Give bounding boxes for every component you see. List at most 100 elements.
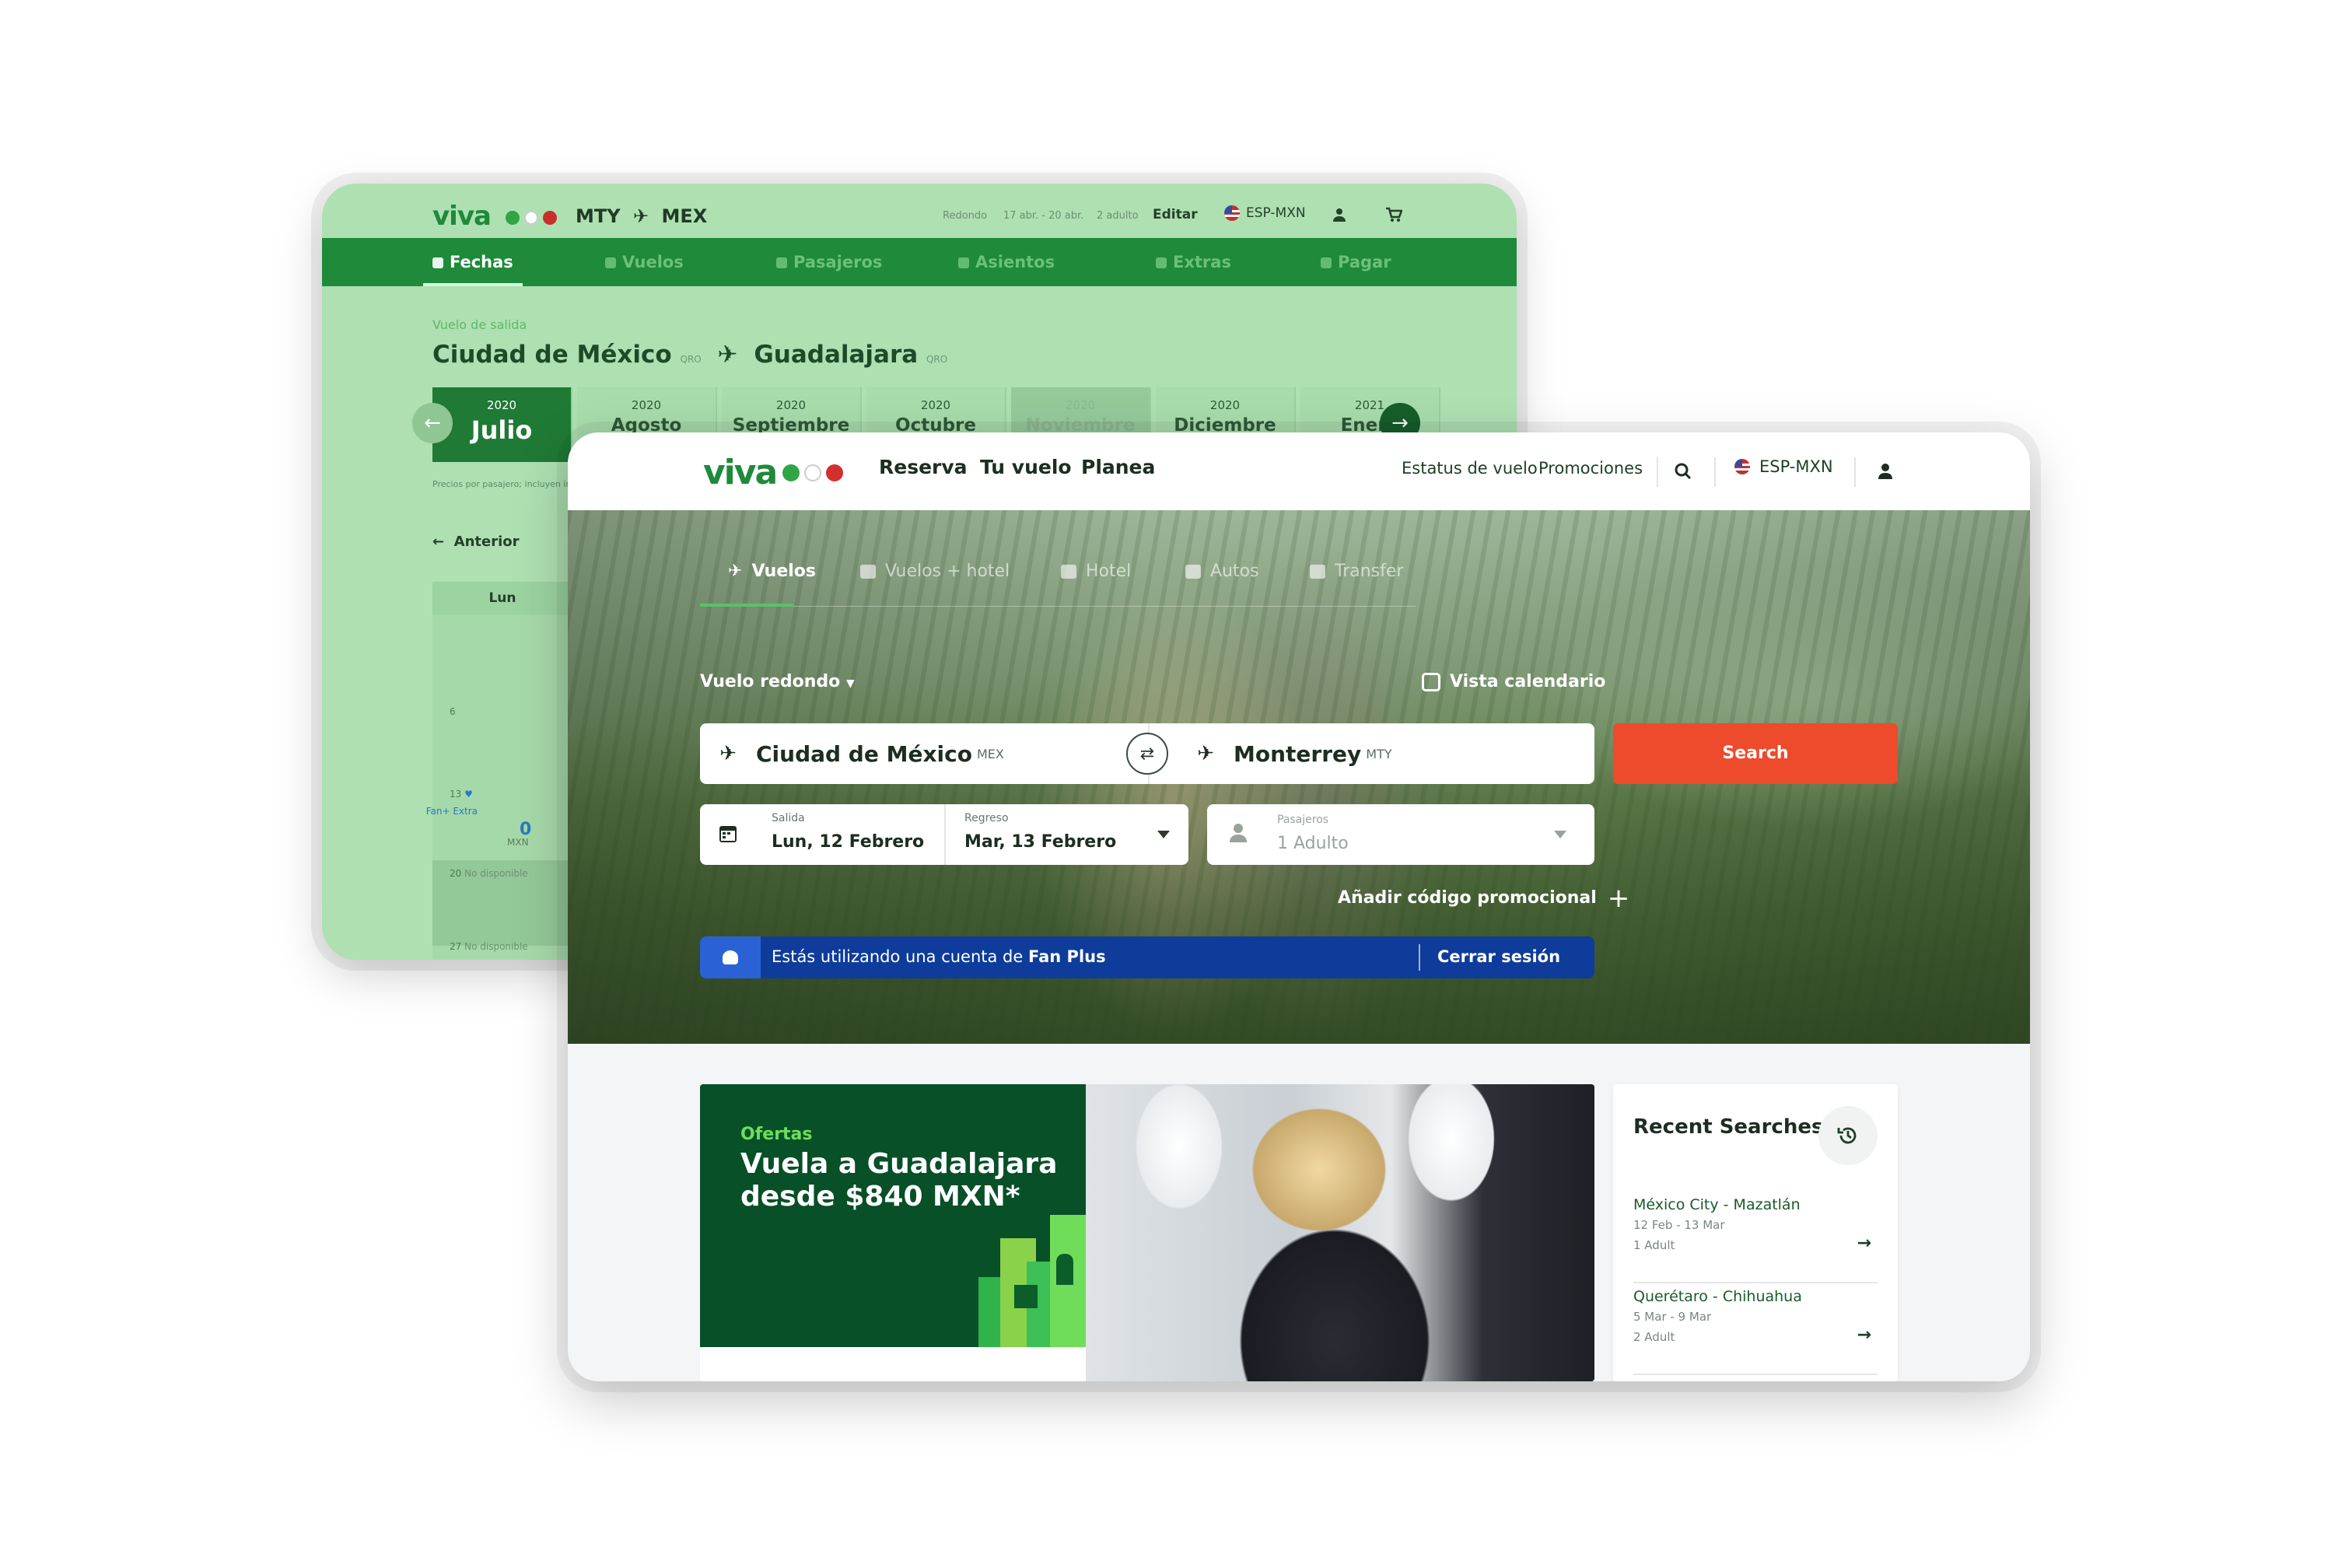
- recent-search-item[interactable]: Querétaro - Chihuahua 5 Mar - 9 Mar 2 Ad…: [1633, 1288, 1878, 1375]
- back-logo[interactable]: viva: [432, 201, 557, 232]
- trip-passengers: 2 adulto: [1097, 210, 1139, 222]
- step-extras[interactable]: Extras: [1156, 238, 1231, 286]
- heart-icon: ♥: [464, 789, 473, 800]
- field-divider: [944, 804, 946, 865]
- active-tab-underline: [700, 604, 793, 607]
- fan-plus-banner: Estás utilizando una cuenta de Fan Plus …: [700, 936, 1594, 978]
- checkbox-icon: [1422, 672, 1440, 691]
- back-route: MTY ✈ MEX: [576, 205, 707, 227]
- user-icon[interactable]: [1870, 456, 1901, 487]
- arrow-left-icon: ←: [424, 411, 441, 435]
- step-fechas[interactable]: Fechas: [423, 238, 523, 286]
- search-button[interactable]: Search: [1613, 723, 1898, 784]
- language-selector[interactable]: ESP-MXN: [1734, 457, 1833, 476]
- logo-dots-icon: [782, 464, 844, 481]
- tab-hotel[interactable]: Hotel: [1061, 562, 1131, 581]
- step-pasajeros[interactable]: Pasajeros: [776, 238, 882, 286]
- step-pagar[interactable]: Pagar: [1321, 238, 1391, 286]
- return-label: Regreso: [964, 812, 1009, 824]
- add-promo-code-link[interactable]: Añadir código promocional +: [1338, 882, 1630, 914]
- swap-route-button[interactable]: ⇄: [1126, 733, 1168, 775]
- plane-icon: ✈: [728, 562, 743, 581]
- viva-logo[interactable]: viva: [703, 453, 844, 492]
- menu-planea[interactable]: Planea: [1081, 456, 1155, 478]
- destination-field[interactable]: ✈ Monterrey MTY: [1190, 723, 1392, 784]
- prev-month-button[interactable]: ←: [412, 403, 453, 443]
- edit-button[interactable]: Editar: [1153, 207, 1198, 222]
- arrow-right-icon: →: [1857, 1234, 1871, 1253]
- trip-dates: 17 abr. - 20 abr.: [1003, 210, 1084, 222]
- dates-field[interactable]: Salida Lun, 12 Febrero Regreso Mar, 13 F…: [700, 804, 1188, 865]
- menu-tu-vuelo[interactable]: Tu vuelo: [980, 456, 1072, 478]
- weekday-header: Lun: [432, 582, 572, 614]
- recent-searches-card: Recent Searches México City - Mazatlán 1…: [1613, 1084, 1898, 1381]
- search-icon[interactable]: [1668, 456, 1699, 487]
- arrow-right-icon: →: [1391, 411, 1409, 435]
- back-lang-label: ESP-MXN: [1246, 205, 1306, 221]
- landing-icon: ✈: [1197, 742, 1214, 765]
- history-icon[interactable]: [1818, 1106, 1878, 1165]
- origin-field[interactable]: ✈ Ciudad de México MEX: [712, 723, 1004, 784]
- month-julio[interactable]: 2020 Julio: [432, 387, 572, 462]
- car-icon: [1185, 564, 1201, 579]
- currency-label: MXN: [507, 837, 529, 848]
- outbound-label: Vuelo de salida: [432, 317, 527, 332]
- us-flag-icon: [1224, 205, 1240, 221]
- price-note: Precios por pasajero; incluyen im: [432, 479, 575, 489]
- user-icon[interactable]: [1325, 201, 1353, 229]
- trip-type-dropdown[interactable]: Vuelo redondo ▼: [700, 672, 855, 691]
- passengers-value: 1 Adulto: [1277, 834, 1349, 853]
- nav-divider: [1657, 457, 1658, 487]
- home-window: viva Reserva Tu vuelo Planea Estatus de …: [568, 432, 2030, 1381]
- day-6[interactable]: 6: [450, 706, 456, 717]
- arrow-left-icon: ←: [432, 534, 445, 550]
- return-value: Mar, 13 Febrero: [964, 832, 1117, 852]
- menu-reserva[interactable]: Reserva: [879, 456, 968, 478]
- plus-icon: +: [1607, 882, 1630, 914]
- bed-icon: [1061, 564, 1076, 579]
- cart-icon[interactable]: [1380, 201, 1408, 229]
- back-language-selector[interactable]: ESP-MXN: [1224, 205, 1306, 221]
- recent-search-item[interactable]: México City - Mazatlán 12 Feb - 13 Mar 1…: [1633, 1196, 1878, 1283]
- person-icon: [1229, 823, 1248, 846]
- calendar-view-checkbox[interactable]: Vista calendario: [1422, 672, 1605, 691]
- nav-divider: [1714, 457, 1716, 487]
- back-logo-text: viva: [432, 201, 492, 232]
- route-from: MTY: [576, 205, 621, 227]
- day-20: 20 No disponible: [450, 868, 528, 879]
- offer-panel: Ofertas Vuela a Guadalajara desde $840 M…: [700, 1084, 1086, 1347]
- route-field: ✈ Ciudad de México MEX ⇄ ✈ Monterrey MTY: [700, 723, 1594, 784]
- previous-week-link[interactable]: ← Anterior: [432, 534, 520, 550]
- caret-down-icon: [1554, 831, 1566, 838]
- booking-steps: Fechas Vuelos Pasajeros Asientos Extras …: [322, 238, 1517, 286]
- tab-autos[interactable]: Autos: [1185, 562, 1259, 581]
- tab-vuelos-hotel[interactable]: Vuelos + hotel: [860, 562, 1010, 581]
- flight-status-link[interactable]: Estatus de vuelo: [1402, 459, 1538, 478]
- day-13[interactable]: 13 ♥: [450, 789, 473, 800]
- logout-button[interactable]: Cerrar sesión: [1437, 947, 1560, 966]
- passengers-field[interactable]: Pasajeros 1 Adulto: [1207, 804, 1594, 865]
- offer-card[interactable]: Ofertas Vuela a Guadalajara desde $840 M…: [700, 1084, 1594, 1381]
- day-27: 27 No disponible: [450, 941, 528, 952]
- fan-extra-label: Fan+ Extra: [425, 806, 478, 817]
- plane-icon: ✈: [633, 205, 649, 227]
- passengers-label: Pasajeros: [1277, 814, 1329, 826]
- fan-plus-message: Estás utilizando una cuenta de Fan Plus: [772, 947, 1106, 966]
- plane-icon: ✈: [717, 341, 738, 369]
- trip-type: Redondo: [943, 210, 988, 222]
- nav-divider: [1854, 457, 1856, 487]
- offer-label: Ofertas: [740, 1125, 813, 1144]
- departure-label: Salida: [772, 812, 805, 824]
- arrow-right-icon: →: [1857, 1325, 1871, 1345]
- outbound-route-title: Ciudad de México QRO ✈ Guadalajara QRO: [432, 341, 948, 369]
- caret-down-icon: [1157, 831, 1170, 838]
- step-vuelos[interactable]: Vuelos: [605, 238, 684, 286]
- logo-dots-icon: [505, 210, 557, 225]
- promotions-link[interactable]: Promociones: [1538, 459, 1643, 478]
- step-asientos[interactable]: Asientos: [958, 238, 1055, 286]
- tab-transfer[interactable]: Transfer: [1310, 562, 1403, 581]
- tab-vuelos[interactable]: ✈ Vuelos: [728, 562, 816, 581]
- departure-value: Lun, 12 Febrero: [772, 832, 925, 852]
- recent-searches-title: Recent Searches: [1633, 1115, 1824, 1139]
- offer-photo: [1086, 1084, 1594, 1381]
